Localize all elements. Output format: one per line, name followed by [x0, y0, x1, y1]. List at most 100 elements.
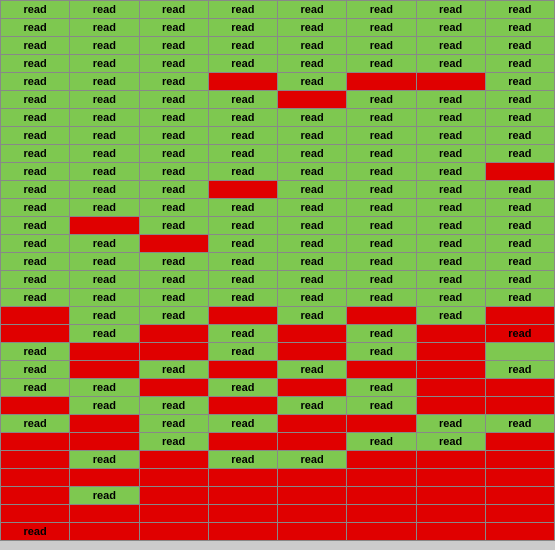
table-cell [208, 505, 277, 523]
table-cell: read [278, 145, 347, 163]
table-row: readreadread [1, 343, 555, 361]
table-row: readreadreadreadread [1, 73, 555, 91]
table-cell: read [347, 163, 416, 181]
table-cell: read [278, 163, 347, 181]
table-cell [416, 451, 485, 469]
table-cell: read [1, 37, 70, 55]
table-cell: read [70, 145, 139, 163]
table-cell: read [208, 271, 277, 289]
table-row: readreadreadreadreadreadreadread [1, 109, 555, 127]
table-cell [416, 379, 485, 397]
table-cell: read [1, 199, 70, 217]
table-cell [416, 469, 485, 487]
table-cell: read [416, 19, 485, 37]
table-cell: read [208, 55, 277, 73]
table-cell: read [70, 127, 139, 145]
table-cell [347, 469, 416, 487]
table-row: readreadreadreadreadreadreadread [1, 37, 555, 55]
table-cell: read [208, 145, 277, 163]
table-row: readreadread [1, 433, 555, 451]
table-cell: read [416, 271, 485, 289]
table-cell [208, 433, 277, 451]
table-cell [70, 415, 139, 433]
table-cell [485, 523, 554, 541]
table-cell: read [278, 55, 347, 73]
table-cell [70, 505, 139, 523]
table-row: readreadreadreadreadreadread [1, 217, 555, 235]
table-cell: read [278, 37, 347, 55]
grid-container: readreadreadreadreadreadreadreadreadread… [0, 0, 555, 550]
table-cell: read [70, 487, 139, 505]
table-row [1, 469, 555, 487]
table-cell: read [208, 37, 277, 55]
table-cell [485, 343, 554, 361]
table-cell [70, 523, 139, 541]
table-cell: read [485, 271, 554, 289]
table-cell: read [139, 163, 208, 181]
table-cell: read [485, 199, 554, 217]
table-row: read [1, 523, 555, 541]
table-cell [70, 361, 139, 379]
table-cell: read [70, 253, 139, 271]
table-cell: read [1, 145, 70, 163]
table-cell: read [347, 1, 416, 19]
table-cell [485, 163, 554, 181]
table-cell [416, 505, 485, 523]
table-cell [70, 433, 139, 451]
table-cell [416, 523, 485, 541]
table-cell: read [1, 271, 70, 289]
table-cell: read [70, 325, 139, 343]
table-cell: read [278, 235, 347, 253]
table-cell [278, 343, 347, 361]
table-cell: read [485, 19, 554, 37]
table-cell: read [1, 415, 70, 433]
table-cell: read [1, 361, 70, 379]
table-cell: read [139, 397, 208, 415]
table-cell: read [347, 325, 416, 343]
table-cell [347, 307, 416, 325]
table-cell [278, 379, 347, 397]
table-cell [1, 397, 70, 415]
table-cell: read [416, 163, 485, 181]
table-cell: read [485, 217, 554, 235]
table-cell: read [278, 1, 347, 19]
table-cell: read [278, 19, 347, 37]
table-cell: read [139, 199, 208, 217]
table-row: readreadreadread [1, 397, 555, 415]
table-cell [278, 325, 347, 343]
table-cell: read [485, 127, 554, 145]
table-cell: read [485, 181, 554, 199]
table-row [1, 505, 555, 523]
table-row: readreadreadreadreadreadread [1, 235, 555, 253]
table-cell: read [347, 181, 416, 199]
table-cell [1, 325, 70, 343]
table-cell: read [347, 145, 416, 163]
table-cell: read [416, 1, 485, 19]
table-cell: read [278, 289, 347, 307]
table-cell: read [416, 433, 485, 451]
table-row: readreadreadread [1, 361, 555, 379]
table-cell: read [1, 217, 70, 235]
table-cell: read [347, 199, 416, 217]
table-cell: read [208, 19, 277, 37]
table-cell [278, 415, 347, 433]
table-cell: read [347, 109, 416, 127]
table-cell [278, 91, 347, 109]
table-cell: read [485, 361, 554, 379]
table-cell [70, 343, 139, 361]
table-cell: read [416, 37, 485, 55]
table-cell: read [278, 361, 347, 379]
table-cell: read [1, 55, 70, 73]
table-cell: read [70, 235, 139, 253]
table-cell [485, 307, 554, 325]
table-cell: read [1, 523, 70, 541]
table-cell: read [278, 253, 347, 271]
table-cell: read [416, 127, 485, 145]
table-cell [347, 523, 416, 541]
table-cell [1, 307, 70, 325]
table-cell [208, 73, 277, 91]
table-row: readreadreadread [1, 379, 555, 397]
table-cell: read [139, 433, 208, 451]
table-cell [278, 433, 347, 451]
table-cell [416, 397, 485, 415]
